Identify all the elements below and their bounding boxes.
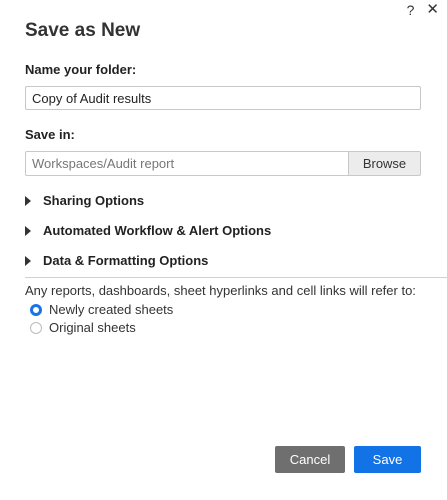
section-sharing-options[interactable]: Sharing Options — [25, 193, 144, 208]
section-label: Sharing Options — [43, 193, 145, 208]
help-icon[interactable]: ? — [407, 2, 415, 18]
radio-label: Newly created sheets — [49, 302, 174, 317]
folder-name-label: Name your folder: — [25, 62, 137, 77]
expand-arrow-icon — [25, 195, 31, 206]
radio-newly-created-sheets[interactable]: Newly created sheets — [30, 302, 173, 317]
folder-name-input[interactable] — [25, 86, 421, 110]
section-label: Data & Formatting Options — [43, 253, 209, 268]
save-button[interactable]: Save — [354, 446, 421, 473]
browse-button[interactable]: Browse — [348, 151, 421, 176]
section-label: Automated Workflow & Alert Options — [43, 223, 272, 238]
cancel-button[interactable]: Cancel — [275, 446, 345, 473]
section-automated-workflow-options[interactable]: Automated Workflow & Alert Options — [25, 223, 271, 238]
save-as-new-dialog: ? ✕ Save as New Name your folder: Save i… — [0, 0, 447, 500]
dialog-controls: ? ✕ — [407, 2, 439, 19]
save-in-label: Save in: — [25, 127, 75, 142]
dialog-title: Save as New — [25, 20, 141, 41]
section-data-formatting-options[interactable]: Data & Formatting Options — [25, 253, 208, 268]
save-in-row: Browse — [25, 151, 421, 176]
expand-arrow-icon — [25, 225, 31, 236]
save-in-path-field[interactable] — [25, 151, 348, 176]
expand-arrow-icon — [25, 255, 31, 266]
refer-description: Any reports, dashboards, sheet hyperlink… — [25, 283, 416, 298]
radio-unselected-icon — [30, 321, 42, 334]
radio-selected-icon — [30, 303, 42, 316]
divider — [25, 277, 447, 278]
radio-original-sheets[interactable]: Original sheets — [30, 320, 136, 335]
radio-label: Original sheets — [49, 320, 136, 335]
close-icon[interactable]: ✕ — [426, 2, 439, 18]
